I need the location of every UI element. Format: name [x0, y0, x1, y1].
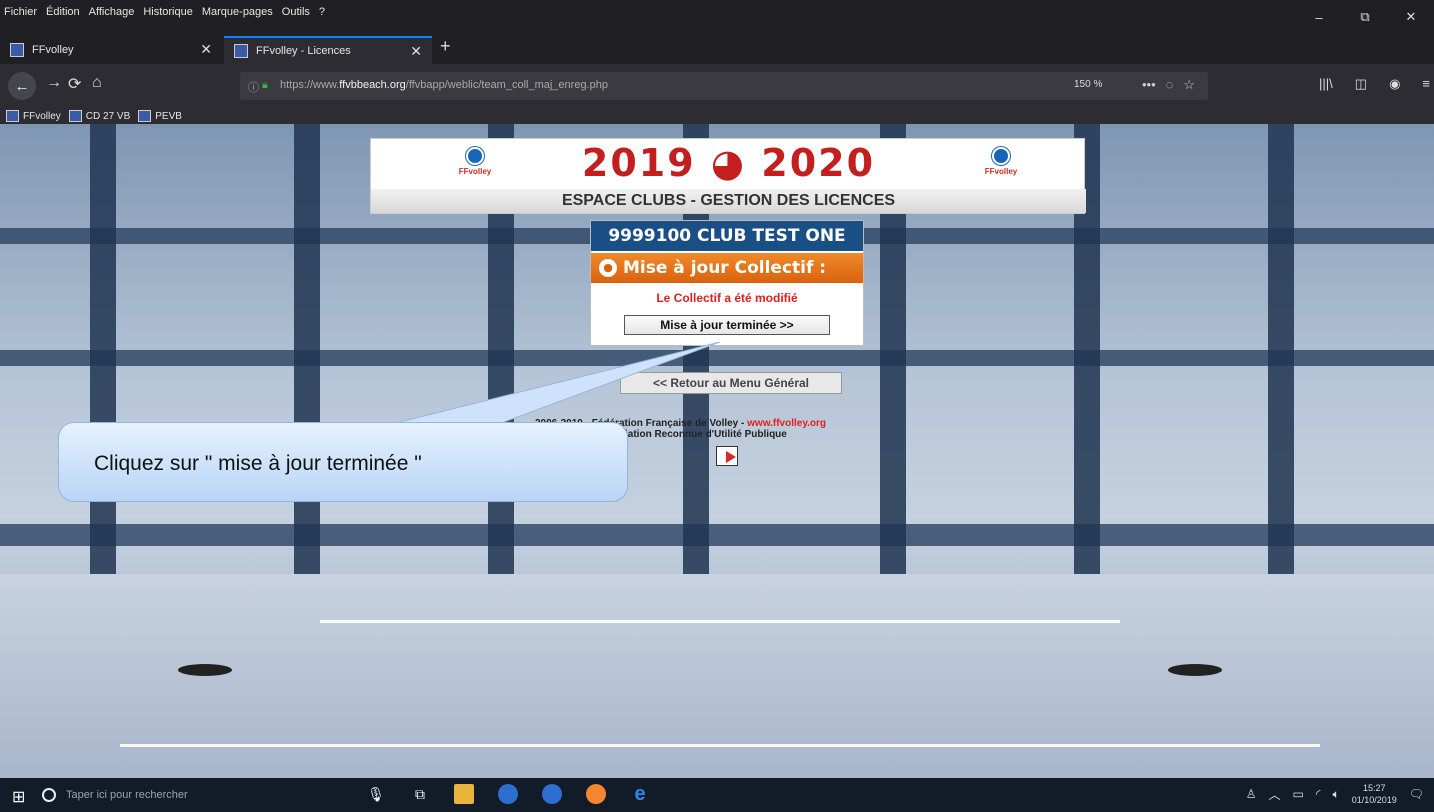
court-line [320, 620, 1120, 623]
network-icon[interactable]: ◜ [1316, 787, 1321, 801]
page-subtitle: ESPACE CLUBS - GESTION DES LICENCES [371, 189, 1086, 213]
clock-date: 01/10/2019 [1351, 795, 1397, 805]
url-actions: ••• ◌ ☆ [1142, 77, 1195, 93]
task-view-icon[interactable]: ⧉ [410, 784, 430, 804]
menu-items: Fichier Édition Affichage Historique Mar… [4, 6, 325, 18]
lock-icon[interactable]: 🔒︎ [262, 79, 268, 92]
background-pillar [1268, 124, 1294, 594]
minimize-button[interactable]: – [1296, 0, 1342, 34]
bookmark-label: FFvolley [23, 110, 61, 122]
tab-ffvolley[interactable]: FFvolley ✕ [0, 36, 222, 64]
menu-historique[interactable]: Historique [143, 6, 193, 18]
volleyball-icon [992, 147, 1010, 165]
edge-icon[interactable]: e [630, 783, 650, 805]
home-button[interactable]: ⌂ [92, 74, 102, 92]
tab-close-icon[interactable]: ✕ [410, 43, 422, 60]
cortana-icon [42, 788, 56, 802]
pevb-favicon-icon [138, 110, 152, 122]
clock-time: 15:27 [1362, 783, 1386, 793]
app-icon[interactable] [498, 784, 518, 804]
background-pillar [90, 124, 116, 594]
menu-bar: Fichier Édition Affichage Historique Mar… [0, 0, 1434, 34]
ffvolley-favicon-icon [234, 44, 248, 58]
taskbar-apps: 🎙︎ ⧉ e [366, 783, 650, 805]
people-icon[interactable]: ♙ [1246, 787, 1257, 801]
bookmark-cd27vb[interactable]: CD 27 VB [68, 110, 131, 122]
page-actions-icon[interactable]: ••• [1142, 77, 1156, 93]
tab-close-icon[interactable]: ✕ [200, 41, 212, 58]
navigation-bar: ← → ⟳ ⌂ ⓘ 🔒︎ https://www.ffvbbeach.org/f… [0, 64, 1434, 108]
menu-edition[interactable]: Édition [46, 6, 80, 18]
restore-button[interactable]: ⧉ [1342, 0, 1388, 34]
floor-fixture [1168, 664, 1222, 676]
menu-affichage[interactable]: Affichage [89, 6, 135, 18]
library-icon[interactable]: |||\ [1319, 76, 1333, 92]
ffvolley-favicon-icon [6, 110, 19, 122]
section-header: ● Mise à jour Collectif : [591, 251, 863, 283]
tab-label: FFvolley [32, 44, 74, 56]
club-name: 9999100 CLUB TEST ONE [591, 221, 863, 251]
bookmark-label: PEVB [155, 110, 182, 122]
bookmark-pevb[interactable]: PEVB [138, 110, 182, 122]
battery-icon[interactable]: ▭ [1293, 787, 1304, 801]
forward-button[interactable]: → [46, 74, 62, 92]
microphone-icon[interactable]: 🎙︎ [366, 784, 386, 804]
page-content: FFvolley 2019 ◕ 2020 FFvolley ESPACE CLU… [0, 124, 1434, 778]
window-controls: – ⧉ ✕ [1296, 0, 1434, 34]
hamburger-menu-icon[interactable]: ≡ [1422, 76, 1430, 92]
section-title: Mise à jour Collectif : [623, 258, 827, 278]
season-banner: FFvolley 2019 ◕ 2020 FFvolley ESPACE CLU… [370, 138, 1086, 214]
bookmark-star-icon[interactable]: ☆ [1183, 77, 1195, 93]
system-tray: ♙ ︿ ▭ ◜ 🔈︎ 15:27 01/10/2019 🗨︎ [1246, 782, 1424, 806]
zoom-level[interactable]: 150 % [1070, 78, 1106, 91]
tab-ffvolley-licences[interactable]: FFvolley - Licences ✕ [224, 36, 432, 64]
menu-fichier[interactable]: Fichier [4, 6, 37, 18]
callout-text: Cliquez sur " mise à jour terminée " [94, 452, 422, 475]
volume-icon[interactable]: 🔈︎ [1333, 787, 1340, 802]
toolbar-right-icons: |||\ ◫ ◉ ≡ [1319, 76, 1430, 92]
file-explorer-icon[interactable] [454, 784, 474, 804]
menu-aide[interactable]: ? [319, 6, 325, 18]
notification-icon[interactable]: 🗨︎ [1409, 787, 1424, 801]
update-panel: 9999100 CLUB TEST ONE ● Mise à jour Coll… [590, 220, 864, 346]
cd27-favicon-icon [68, 110, 82, 122]
court-line [120, 744, 1320, 747]
menu-marque-pages[interactable]: Marque-pages [202, 6, 273, 18]
update-done-button[interactable]: Mise à jour terminée >> [624, 315, 830, 335]
person-icon: ● [599, 259, 617, 277]
floor-fixture [178, 664, 232, 676]
tab-label: FFvolley - Licences [256, 45, 351, 57]
menu-outils[interactable]: Outils [282, 6, 310, 18]
exit-icon[interactable] [716, 446, 738, 466]
firefox-icon[interactable] [586, 784, 606, 804]
info-icon[interactable]: ⓘ [248, 79, 259, 95]
ffvolley-favicon-icon [10, 43, 24, 57]
bookmark-label: CD 27 VB [85, 110, 131, 122]
clock[interactable]: 15:27 01/10/2019 [1352, 782, 1397, 806]
tab-bar: FFvolley ✕ FFvolley - Licences ✕ [0, 34, 1434, 64]
taskbar: ⊞ Taper ici pour rechercher 🎙︎ ⧉ e ♙ ︿ ▭… [0, 778, 1434, 812]
windows-start-icon[interactable]: ⊞ [12, 787, 25, 807]
reload-button[interactable]: ⟳ [68, 74, 81, 94]
new-tab-button[interactable]: + [440, 36, 451, 57]
pocket-icon[interactable]: ◌ [1166, 77, 1174, 93]
url-text[interactable]: https://www.ffvbbeach.org/ffvbapp/weblic… [280, 79, 608, 91]
app-icon[interactable] [542, 784, 562, 804]
chevron-up-icon[interactable]: ︿ [1269, 786, 1281, 803]
url-bar[interactable]: ⓘ 🔒︎ https://www.ffvbbeach.org/ffvbapp/w… [240, 72, 1208, 100]
search-placeholder: Taper ici pour rechercher [66, 789, 188, 801]
status-message: Le Collectif a été modifié [656, 291, 798, 305]
account-icon[interactable]: ◉ [1389, 76, 1400, 92]
ffvolley-link[interactable]: www.ffvolley.org [747, 418, 826, 429]
ffvolley-logo-right: FFvolley [975, 147, 1027, 176]
back-button[interactable]: ← [8, 72, 36, 100]
taskbar-search[interactable]: Taper ici pour rechercher [36, 782, 300, 808]
sidebar-icon[interactable]: ◫ [1355, 76, 1367, 92]
bookmark-ffvolley[interactable]: FFvolley [6, 110, 61, 122]
background-beam [0, 524, 1434, 546]
close-window-button[interactable]: ✕ [1388, 0, 1434, 34]
bookmarks-toolbar: FFvolley CD 27 VB PEVB [0, 108, 1434, 124]
court-floor [0, 574, 1434, 778]
